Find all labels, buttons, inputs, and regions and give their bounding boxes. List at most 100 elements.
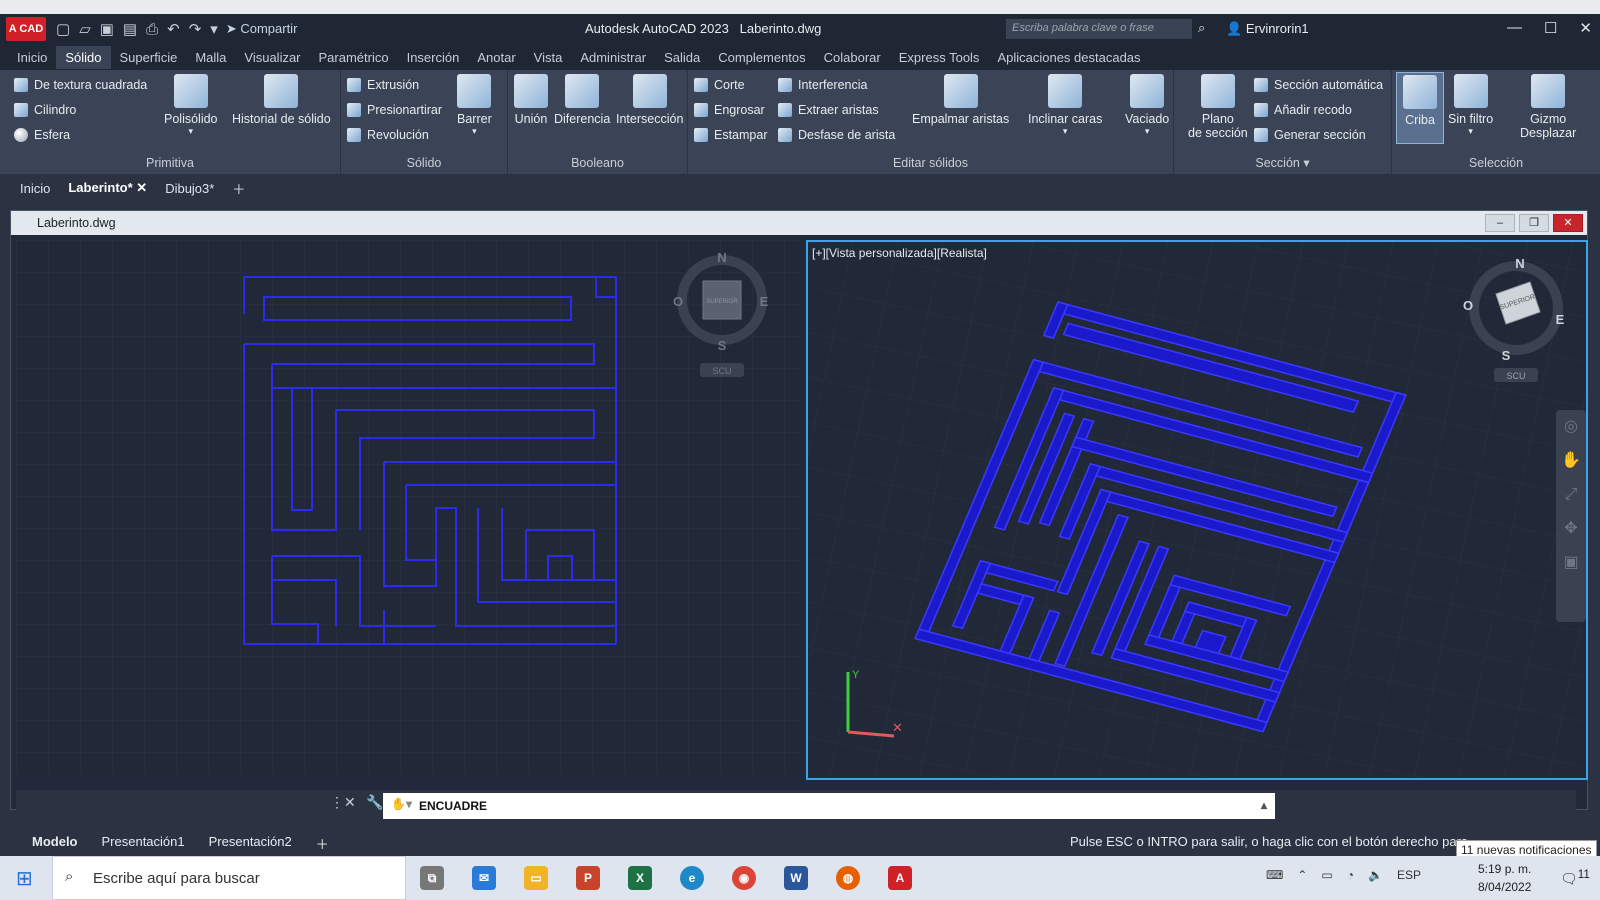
user-account[interactable]: 👤 Ervinrorin1 [1226,21,1309,37]
box-button[interactable]: De textura cuadrada [14,78,147,92]
battery-icon[interactable]: ▭ [1321,868,1332,882]
windows-start-icon[interactable]: ⊞ [16,866,33,891]
ribbon-tab-4[interactable]: Visualizar [235,46,309,69]
thicken-button[interactable]: Engrosar [694,103,765,117]
solid-history-button[interactable]: Historial de sólido [232,74,331,126]
layout-tab-presentacion1[interactable]: Presentación1 [102,834,185,853]
firefox-icon[interactable]: ◍ [836,866,860,890]
offset-edge-button[interactable]: Desfase de arista [778,128,895,142]
orbit-icon[interactable]: ✥ [1556,512,1586,546]
pan-hand-icon[interactable]: ✋ [1556,444,1586,478]
imprint-button[interactable]: Estampar [694,128,768,142]
close-tab-icon[interactable]: ✕ [136,180,147,195]
showmotion-icon[interactable]: ▣ [1556,546,1586,580]
polysolid-button[interactable]: Polisólido ▾ [164,74,218,137]
taskbar-search[interactable]: ⌕ Escribe aquí para buscar [52,856,406,900]
interference-button[interactable]: Interferencia [778,78,867,92]
undo-icon[interactable]: ↶ [167,20,180,38]
word-icon[interactable]: W [784,866,808,890]
network-icon[interactable]: ◔ [1347,868,1354,882]
ribbon-tab-8[interactable]: Vista [525,46,572,69]
help-search-input[interactable]: Escriba palabra clave o frase [1006,19,1192,39]
autocad-logo[interactable]: A CAD [6,17,46,41]
share-button[interactable]: ➤ Compartir [226,21,298,37]
dw-minimize-icon[interactable]: – [1485,214,1515,232]
viewcube-left[interactable]: SUPERIOR N S E O SCU [672,248,772,378]
viewport-label[interactable]: [+][Vista personalizada][Realista] [812,246,987,260]
ribbon-tab-1[interactable]: Sólido [56,45,111,69]
close-icon[interactable]: ✕ [1579,19,1592,37]
task-view-icon[interactable]: ⧉ [420,866,444,890]
move-gizmo-button[interactable]: Gizmo Desplazar [1520,74,1576,140]
volume-icon[interactable]: 🔈 [1368,868,1383,882]
taper-faces-button[interactable]: Inclinar caras ▾ [1028,74,1102,137]
chrome-icon[interactable]: ◉ [732,866,756,890]
extrude-button[interactable]: Extrusión [347,78,419,92]
culling-button[interactable]: Criba [1396,72,1444,144]
doc-tab-dibujo3[interactable]: Dibujo3* [165,181,214,196]
maximize-icon[interactable]: ☐ [1544,19,1557,37]
ribbon-tab-0[interactable]: Inicio [8,46,56,69]
doc-tab-laberinto[interactable]: Laberinto* ✕ [68,180,147,196]
ribbon-tab-5[interactable]: Paramétrico [310,46,398,69]
command-close-icon[interactable]: ✕ [344,794,356,811]
layout-tab-modelo[interactable]: Modelo [32,834,78,853]
command-history-icon[interactable]: ▴ [1261,798,1267,812]
plot-icon[interactable]: ⎙ [146,21,158,38]
ribbon-tab-14[interactable]: Aplicaciones destacadas [988,46,1149,69]
save-icon[interactable]: ▣ [100,20,114,38]
ribbon-tab-7[interactable]: Anotar [468,46,524,69]
doc-tab-inicio[interactable]: Inicio [20,181,50,196]
extract-edges-button[interactable]: Extraer aristas [778,103,879,117]
generate-section-button[interactable]: Generar sección [1254,128,1366,142]
ribbon-tab-9[interactable]: Administrar [571,46,655,69]
viewport-top[interactable]: SUPERIOR N S E O SCU [16,240,802,775]
ribbon-tab-13[interactable]: Express Tools [890,46,989,69]
zoom-icon[interactable]: ⤢ [1556,478,1586,512]
file-explorer-icon[interactable]: ▭ [524,866,548,890]
dw-restore-icon[interactable]: ❐ [1519,214,1549,232]
subtract-button[interactable]: Diferencia [554,74,610,126]
shell-button[interactable]: Vaciado ▾ [1125,74,1169,137]
live-section-button[interactable]: Sección automática [1254,78,1383,92]
excel-icon[interactable]: X [628,866,652,890]
add-layout-plus-icon[interactable]: ＋ [316,834,329,853]
no-filter-button[interactable]: Sin filtro ▾ [1448,74,1493,137]
union-button[interactable]: Unión [514,74,548,126]
search-icon[interactable]: ⌕ [1198,20,1205,36]
mail-icon[interactable]: ✉ [472,866,496,890]
intersect-button[interactable]: Intersección [616,74,683,126]
ribbon-tab-6[interactable]: Inserción [398,46,469,69]
tray-chevron-icon[interactable]: ⌃ [1297,868,1307,882]
taskbar-clock[interactable]: 5:19 p. m. 8/04/2022 [1478,860,1531,896]
customize-qat-icon[interactable]: ▾ [210,20,218,38]
sphere-button[interactable]: Esfera [14,128,70,142]
action-center-icon[interactable]: 🗨11 [1560,868,1590,888]
ribbon-tab-12[interactable]: Colaborar [815,46,890,69]
viewcube-3d[interactable]: SUPERIOR N S E O SCU [1460,252,1570,382]
slice-button[interactable]: Corte [694,78,745,92]
ribbon-tab-11[interactable]: Complementos [709,46,814,69]
save-as-icon[interactable]: ▤ [123,20,137,38]
ribbon-tab-3[interactable]: Malla [186,46,235,69]
presspull-button[interactable]: Presionartirar [347,103,442,117]
minimize-icon[interactable]: — [1507,19,1522,37]
new-file-icon[interactable]: ▢ [56,20,70,38]
dw-close-icon[interactable]: ✕ [1553,214,1583,232]
section-plane-button[interactable]: Plano de sección [1188,74,1248,140]
steering-wheel-icon[interactable]: ◎ [1556,410,1586,444]
ribbon-tab-2[interactable]: Superficie [111,46,187,69]
sweep-button[interactable]: Barrer ▾ [457,74,492,137]
fillet-edge-button[interactable]: Empalmar aristas [912,74,1009,126]
open-file-icon[interactable]: ▱ [79,20,91,38]
autocad-taskbar-icon[interactable]: A [888,866,912,890]
panel-title-seccion[interactable]: Sección ▾ [1174,155,1391,170]
ribbon-tab-10[interactable]: Salida [655,46,709,69]
viewport-3d[interactable]: Y ✕ [+][Vista personalizada][Realista] S… [806,240,1588,780]
redo-icon[interactable]: ↷ [189,20,202,38]
revolve-button[interactable]: Revolución [347,128,429,142]
grip-icon[interactable]: ⋮ [330,794,344,811]
layout-tab-presentacion2[interactable]: Presentación2 [209,834,292,853]
customize-wrench-icon[interactable]: 🔧 [366,794,383,811]
cylinder-button[interactable]: Cilindro [14,103,76,117]
